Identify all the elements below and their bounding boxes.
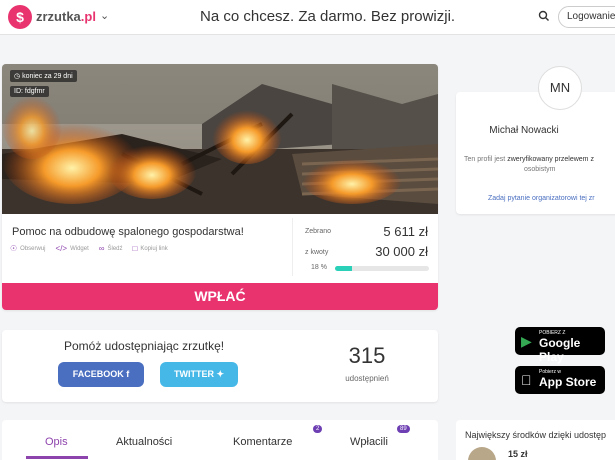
ask-organizer-link[interactable]: Zadaj pytanie organizatorowi tej zr bbox=[488, 195, 595, 202]
twitter-share-button[interactable]: TWITTER ✦ bbox=[160, 362, 238, 387]
google-play-button[interactable]: ▶ POBIERZ Z Google Play bbox=[515, 327, 605, 364]
top-donors-card: Największy środków dzięki udostęp 15 zł bbox=[456, 420, 615, 460]
logo-name: zrzutka bbox=[36, 9, 81, 24]
raised-value: 5 611 zł bbox=[383, 224, 428, 239]
facebook-label: FACEBOOK bbox=[72, 369, 124, 379]
deadline-text: koniec za 29 dni bbox=[22, 73, 73, 80]
logo-tld: .pl bbox=[80, 9, 96, 24]
fire-scene-image bbox=[2, 64, 438, 214]
follow-label: Obserwuj bbox=[20, 245, 46, 252]
header-tagline: Na co chcesz. Za darmo. Bez prowizji. bbox=[200, 8, 456, 25]
organizer-card: Michał Nowacki Ten profil jest zweryfiko… bbox=[456, 92, 615, 214]
active-tab-indicator bbox=[26, 456, 88, 459]
share-box: Pomóż udostępniając zrzutkę! FACEBOOK f … bbox=[2, 330, 438, 402]
copy-link-action[interactable]: □ Kopiuj link bbox=[133, 244, 168, 253]
verified-prefix: Ten profil jest bbox=[464, 156, 506, 163]
goal-value: 30 000 zł bbox=[375, 244, 428, 259]
organizer-avatar[interactable]: MN bbox=[538, 66, 582, 110]
top-header: $ zrzutka.pl ⌄ Na co chcesz. Za darmo. B… bbox=[0, 0, 615, 35]
organizer-name[interactable]: Michał Nowacki bbox=[456, 125, 615, 136]
goal-label: z kwoty bbox=[305, 249, 329, 256]
facebook-share-button[interactable]: FACEBOOK f bbox=[58, 362, 144, 387]
campaign-title: Pomoc na odbudowę spalonego gospodarstwa… bbox=[12, 226, 244, 238]
logo-icon[interactable]: $ bbox=[8, 5, 32, 29]
app-store-label: App Store bbox=[539, 375, 597, 389]
tab-komentarze[interactable]: Komentarze bbox=[233, 436, 292, 448]
widget-action[interactable]: </> Widget bbox=[56, 244, 89, 253]
content-tabs: Opis Aktualności Komentarze 2 Wpłacili 8… bbox=[2, 420, 438, 460]
twitter-icon: ✦ bbox=[216, 369, 225, 379]
share-count: 315 bbox=[348, 343, 386, 368]
percent-label: 18 % bbox=[311, 264, 327, 271]
verified-suffix: osobistym bbox=[524, 166, 556, 173]
follow-action[interactable]: ☉ Obserwuj bbox=[10, 244, 46, 253]
link-icon: ∞ bbox=[98, 244, 105, 253]
campaign-card: ◷ koniec za 29 dni ID: fdgfmr Pomoc na o… bbox=[2, 64, 438, 310]
funding-stats: Zebrano 5 611 zł z kwoty 30 000 zł 18 % bbox=[292, 218, 438, 276]
donor-amount: 15 zł bbox=[508, 449, 528, 459]
chevron-down-icon[interactable]: ⌄ bbox=[100, 9, 109, 22]
verified-status: zweryfikowany przelewem z bbox=[507, 156, 594, 163]
raised-label: Zebrano bbox=[305, 228, 332, 235]
apple-icon:  bbox=[521, 372, 532, 388]
track-label: Śledź bbox=[107, 245, 123, 252]
tab-opis[interactable]: Opis bbox=[45, 436, 68, 448]
google-play-label: Google Play bbox=[539, 336, 581, 364]
donors-count-badge: 89 bbox=[397, 425, 410, 433]
copy-link-label: Kopiuj link bbox=[140, 245, 168, 252]
share-count-label: udostępnień bbox=[345, 374, 389, 383]
donate-button[interactable]: WPŁAĆ bbox=[2, 283, 438, 310]
deadline-badge: ◷ koniec za 29 dni bbox=[10, 70, 77, 82]
tab-aktualnosci[interactable]: Aktualności bbox=[116, 436, 172, 448]
top-donors-title: Największy środków dzięki udostęp bbox=[465, 430, 607, 440]
tab-wplacili[interactable]: Wpłacili bbox=[350, 436, 388, 448]
widget-label: Widget bbox=[70, 245, 89, 252]
google-play-icon: ▶ bbox=[521, 333, 532, 349]
facebook-icon: f bbox=[126, 369, 130, 379]
search-icon[interactable] bbox=[537, 9, 551, 23]
progress-bar bbox=[335, 266, 429, 271]
progress-bar-fill bbox=[335, 266, 352, 271]
donor-avatar bbox=[468, 447, 496, 460]
code-icon: </> bbox=[55, 244, 68, 253]
track-action[interactable]: ∞ Śledź bbox=[99, 244, 123, 253]
eye-icon: ☉ bbox=[10, 244, 18, 253]
id-badge: ID: fdgfmr bbox=[10, 86, 49, 97]
logo[interactable]: zrzutka.pl bbox=[36, 9, 96, 24]
campaign-photo: ◷ koniec za 29 dni ID: fdgfmr bbox=[2, 64, 438, 214]
twitter-label: TWITTER bbox=[173, 369, 214, 379]
campaign-actions: ☉ Obserwuj </> Widget ∞ Śledź □ Kopiuj link bbox=[10, 244, 168, 253]
login-button[interactable]: Logowanie / R bbox=[558, 6, 615, 28]
verification-text: Ten profil jest zweryfikowany przelewem … bbox=[456, 155, 615, 175]
copy-icon: □ bbox=[132, 244, 138, 253]
comments-count-badge: 2 bbox=[313, 425, 323, 433]
app-store-button[interactable]:  Pobierz w App Store bbox=[515, 366, 605, 394]
share-title: Pomóż udostępniając zrzutkę! bbox=[64, 339, 225, 353]
